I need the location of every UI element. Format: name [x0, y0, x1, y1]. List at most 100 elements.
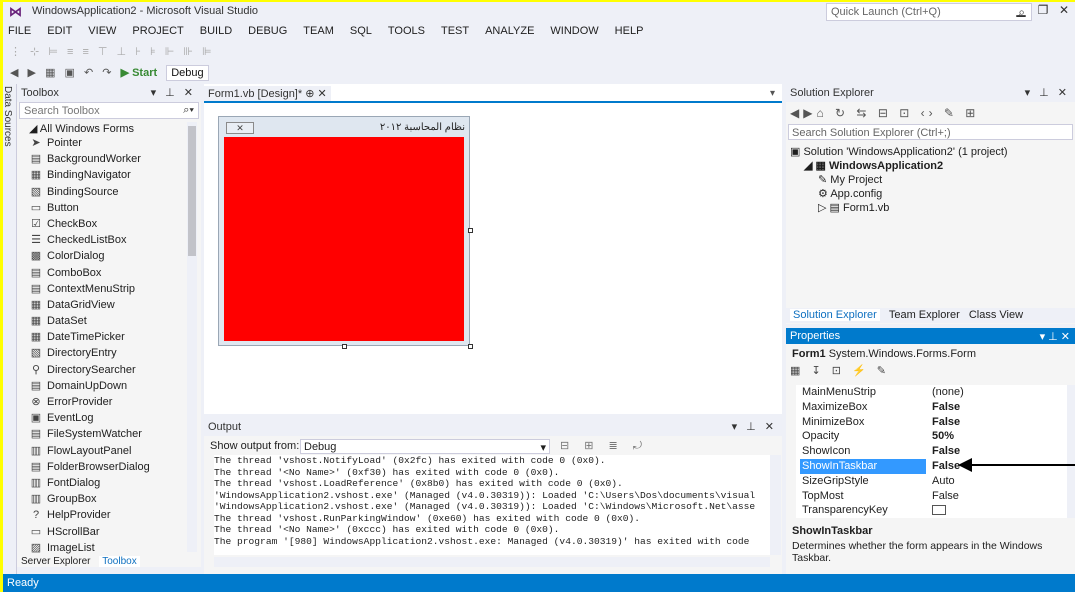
solution-explorer-toolbar[interactable]: ◀▶⌂ ↻ ⇆ ⊟ ⊡ ‹› ✎ ⊞ [790, 106, 979, 120]
tab-dropdown-icon[interactable]: ▾ [770, 88, 775, 99]
output-pin-icon[interactable]: ▾ ⊥ ✕ [732, 420, 777, 433]
tab-form1-design[interactable]: Form1.vb [Design]* ⊕ ✕ [204, 86, 331, 101]
property-row-showicon[interactable]: ShowIcon False [796, 444, 1069, 459]
menu-item-window[interactable]: WINDOW [542, 22, 606, 37]
menu-item-test[interactable]: TEST [433, 22, 477, 37]
quick-launch-input[interactable]: Quick Launch (Ctrl+Q) ⌕ [826, 3, 1032, 21]
property-row-transparencykey[interactable]: TransparencyKey [796, 503, 1069, 518]
solution-explorer-pin-icon[interactable]: ▾ ⊥ ✕ [1025, 86, 1070, 99]
toolbox-item-directoryentry[interactable]: ▧ DirectoryEntry [17, 345, 201, 361]
property-value[interactable]: False [932, 459, 960, 474]
output-toolbar-icons[interactable]: ⊟ ⊞ ≣ ⤾ [560, 439, 648, 453]
toolbox-item-datagridview[interactable]: ▦ DataGridView [17, 297, 201, 313]
menu-item-debug[interactable]: DEBUG [240, 22, 295, 37]
solution-node[interactable]: ◢ ▦ WindowsApplication2 [790, 159, 1070, 173]
toolbox-item-pointer[interactable]: ➤ Pointer [17, 135, 201, 151]
properties-toolbar[interactable]: ▦ ↧ ⊡ ⚡ ✎ [790, 364, 890, 377]
restore-button[interactable]: ❐ [1032, 3, 1054, 17]
toolbox-item-colordialog[interactable]: ▩ ColorDialog [17, 248, 201, 264]
tab-server-explorer[interactable]: Server Explorer [21, 556, 90, 567]
solution-node[interactable]: ▷ ▤ Form1.vb [790, 201, 1070, 215]
property-row-sizegripstyle[interactable]: SizeGripStyle Auto [796, 474, 1069, 489]
properties-object-select[interactable]: Form1 System.Windows.Forms.Form [792, 348, 976, 360]
new-project-icon[interactable]: ▦ [45, 66, 55, 79]
property-value[interactable]: 50% [932, 429, 954, 444]
menu-item-team[interactable]: TEAM [295, 22, 342, 37]
toolbox-item-errorprovider[interactable]: ⊗ ErrorProvider [17, 394, 201, 410]
toolbox-group-all-windows-forms[interactable]: ◢ All Windows Forms [17, 119, 201, 135]
menu-item-file[interactable]: FILE [0, 22, 39, 37]
toolbox-scroll-thumb[interactable] [188, 126, 196, 256]
toolbox-item-checkedlistbox[interactable]: ☰ CheckedListBox [17, 232, 201, 248]
property-value[interactable]: False [932, 415, 960, 430]
property-value[interactable]: False [932, 400, 960, 415]
property-value[interactable]: (none) [932, 385, 964, 400]
toolbox-search-input[interactable]: Search Toolbox ⌕▾ [19, 102, 199, 119]
output-horizontal-scrollbar[interactable] [214, 557, 770, 567]
redo-icon[interactable]: ↷ [102, 66, 111, 79]
toolbox-item-domainupdown[interactable]: ▤ DomainUpDown [17, 378, 201, 394]
output-vertical-scrollbar[interactable] [770, 455, 781, 555]
toolbox-item-checkbox[interactable]: ☑ CheckBox [17, 216, 201, 232]
toolbox-item-dataset[interactable]: ▦ DataSet [17, 313, 201, 329]
toolbox-item-imagelist[interactable]: ▨ ImageList [17, 540, 201, 556]
menu-item-help[interactable]: HELP [607, 22, 652, 37]
toolbox-item-directorysearcher[interactable]: ⚲ DirectorySearcher [17, 362, 201, 378]
tab-class-view[interactable]: Class View [969, 309, 1023, 321]
forward-icon[interactable]: ▶ [28, 66, 36, 79]
output-source-select[interactable]: Debug ▾ [300, 439, 550, 454]
pin-icon[interactable]: ⊕ [305, 88, 314, 100]
resize-handle-corner[interactable] [468, 344, 473, 349]
configuration-select[interactable]: Debug [166, 65, 209, 81]
toolbox-item-groupbox[interactable]: ▥ GroupBox [17, 491, 201, 507]
property-value[interactable]: Auto [932, 474, 955, 489]
tab-solution-explorer[interactable]: Solution Explorer [790, 309, 880, 321]
property-row-maximizebox[interactable]: MaximizeBox False [796, 400, 1069, 415]
menu-item-project[interactable]: PROJECT [124, 22, 191, 37]
minimize-button[interactable]: ▁ [1010, 3, 1032, 17]
save-icon[interactable]: ▣ [65, 66, 75, 79]
back-icon[interactable]: ◀ [10, 66, 18, 79]
toolbox-item-folderbrowserdialog[interactable]: ▤ FolderBrowserDialog [17, 459, 201, 475]
menu-item-tools[interactable]: TOOLS [380, 22, 433, 37]
toolbox-item-hscrollbar[interactable]: ▭ HScrollBar [17, 524, 201, 540]
toolbox-item-datetimepicker[interactable]: ▦ DateTimePicker [17, 329, 201, 345]
property-value[interactable]: False [932, 489, 959, 504]
menu-item-edit[interactable]: EDIT [39, 22, 80, 37]
form-close-button[interactable]: ✕ [226, 122, 254, 134]
solution-node[interactable]: ⚙ App.config [790, 187, 1070, 201]
properties-pin-icon[interactable]: ▾ ⊥ ✕ [1040, 330, 1070, 343]
property-row-showintaskbar[interactable]: ShowInTaskbar False [796, 458, 1069, 474]
property-value[interactable] [932, 503, 946, 518]
property-value[interactable]: False [932, 444, 960, 459]
toolbox-item-flowlayoutpanel[interactable]: ▥ FlowLayoutPanel [17, 443, 201, 459]
form-client-area[interactable] [224, 137, 464, 341]
menu-item-view[interactable]: VIEW [80, 22, 124, 37]
close-tab-icon[interactable]: ✕ [318, 88, 327, 100]
resize-handle-right[interactable] [468, 228, 473, 233]
solution-node[interactable]: ▣ Solution 'WindowsApplication2' (1 proj… [790, 145, 1070, 159]
close-button[interactable]: ✕ [1053, 3, 1075, 17]
toolbox-item-combobox[interactable]: ▤ ComboBox [17, 265, 201, 281]
tab-toolbox[interactable]: Toolbox [99, 556, 140, 567]
toolbox-pin-icon[interactable]: ▾ ⊥ ✕ [151, 86, 196, 99]
property-row-topmost[interactable]: TopMost False [796, 489, 1069, 504]
resize-handle-bottom[interactable] [342, 344, 347, 349]
toolbox-item-backgroundworker[interactable]: ▤ BackgroundWorker [17, 151, 201, 167]
start-button[interactable]: ▶ Start [121, 66, 158, 79]
toolbox-item-helpprovider[interactable]: ? HelpProvider [17, 507, 201, 523]
toolbox-item-contextmenustrip[interactable]: ▤ ContextMenuStrip [17, 281, 201, 297]
menu-item-build[interactable]: BUILD [192, 22, 240, 37]
toolbox-item-fontdialog[interactable]: ▥ FontDialog [17, 475, 201, 491]
undo-icon[interactable]: ↶ [84, 66, 93, 79]
output-text[interactable]: The thread 'vshost.NotifyLoad' (0x2fc) h… [214, 455, 770, 555]
toolbox-item-bindingsource[interactable]: ▧ BindingSource [17, 184, 201, 200]
toolbox-item-button[interactable]: ▭ Button [17, 200, 201, 216]
toolbox-item-filesystemwatcher[interactable]: ▤ FileSystemWatcher [17, 426, 201, 442]
solution-explorer-search-input[interactable]: Search Solution Explorer (Ctrl+;) [788, 124, 1073, 140]
property-row-mainmenustrip[interactable]: MainMenuStrip (none) [796, 385, 1069, 400]
tab-team-explorer[interactable]: Team Explorer [889, 309, 960, 321]
property-row-minimizebox[interactable]: MinimizeBox False [796, 415, 1069, 430]
property-row-opacity[interactable]: Opacity 50% [796, 429, 1069, 444]
solution-node[interactable]: ✎ My Project [790, 173, 1070, 187]
